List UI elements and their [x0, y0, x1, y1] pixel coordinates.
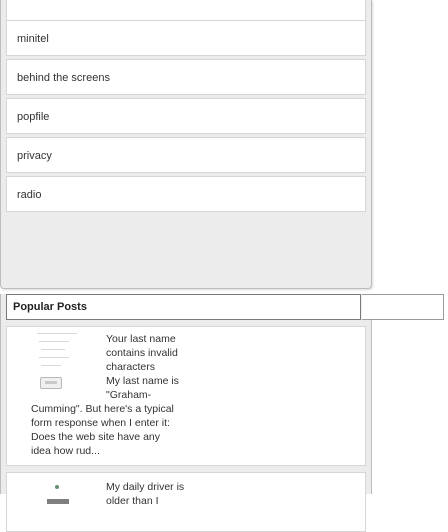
- category-link-popfile[interactable]: popfile: [6, 98, 366, 134]
- popular-posts-title: Popular Posts: [13, 301, 87, 313]
- category-label: behind the screens: [17, 72, 110, 84]
- post-excerpt-line: My daily driver is: [106, 481, 185, 493]
- popular-post-card[interactable]: My daily driver is older than I: [6, 472, 366, 532]
- category-label: minitel: [17, 33, 49, 45]
- keyboard-icon: [40, 377, 62, 389]
- category-link-privacy[interactable]: privacy: [6, 137, 366, 173]
- post-excerpt-line: Does the web site have any: [31, 431, 160, 443]
- category-link-radio[interactable]: radio: [6, 176, 366, 212]
- category-label: popfile: [17, 111, 50, 123]
- post-excerpt-line: older than I: [106, 495, 159, 507]
- category-label: privacy: [17, 150, 52, 162]
- category-label: radio: [17, 189, 42, 201]
- post-excerpt-line: My last name is: [106, 375, 179, 387]
- post-excerpt-line: contains invalid: [106, 347, 178, 359]
- post-excerpt-line: characters: [106, 361, 156, 373]
- popular-posts-header: Popular Posts: [6, 294, 361, 320]
- popular-posts-widget: Popular Posts Your last name contains in…: [0, 294, 448, 532]
- thumbnail-bar: [47, 499, 69, 504]
- post-excerpt-line: idea how rud...: [31, 445, 100, 457]
- post-excerpt-line: form response when I enter it:: [31, 417, 170, 429]
- post-thumbnail-image[interactable]: [27, 331, 97, 403]
- categories-list: minitel behind the screens popfile priva…: [6, 20, 366, 215]
- popular-posts-header-tab: [362, 294, 444, 320]
- thumbnail-dot: [55, 485, 59, 489]
- post-excerpt-line: "Graham-: [106, 389, 152, 401]
- category-link-behind-the-screens[interactable]: behind the screens: [6, 59, 366, 95]
- categories-top-strip: [6, 0, 366, 20]
- popular-posts-body: Popular Posts Your last name contains in…: [0, 294, 372, 532]
- popular-post-card[interactable]: Your last name contains invalid characte…: [6, 326, 366, 466]
- post-excerpt-line: Your last name: [106, 333, 176, 345]
- post-excerpt-line: Cumming". But here's a typical: [31, 403, 174, 415]
- categories-widget: minitel behind the screens popfile priva…: [0, 0, 372, 289]
- category-link-minitel[interactable]: minitel: [6, 20, 366, 56]
- post-thumbnail-image[interactable]: [35, 477, 85, 527]
